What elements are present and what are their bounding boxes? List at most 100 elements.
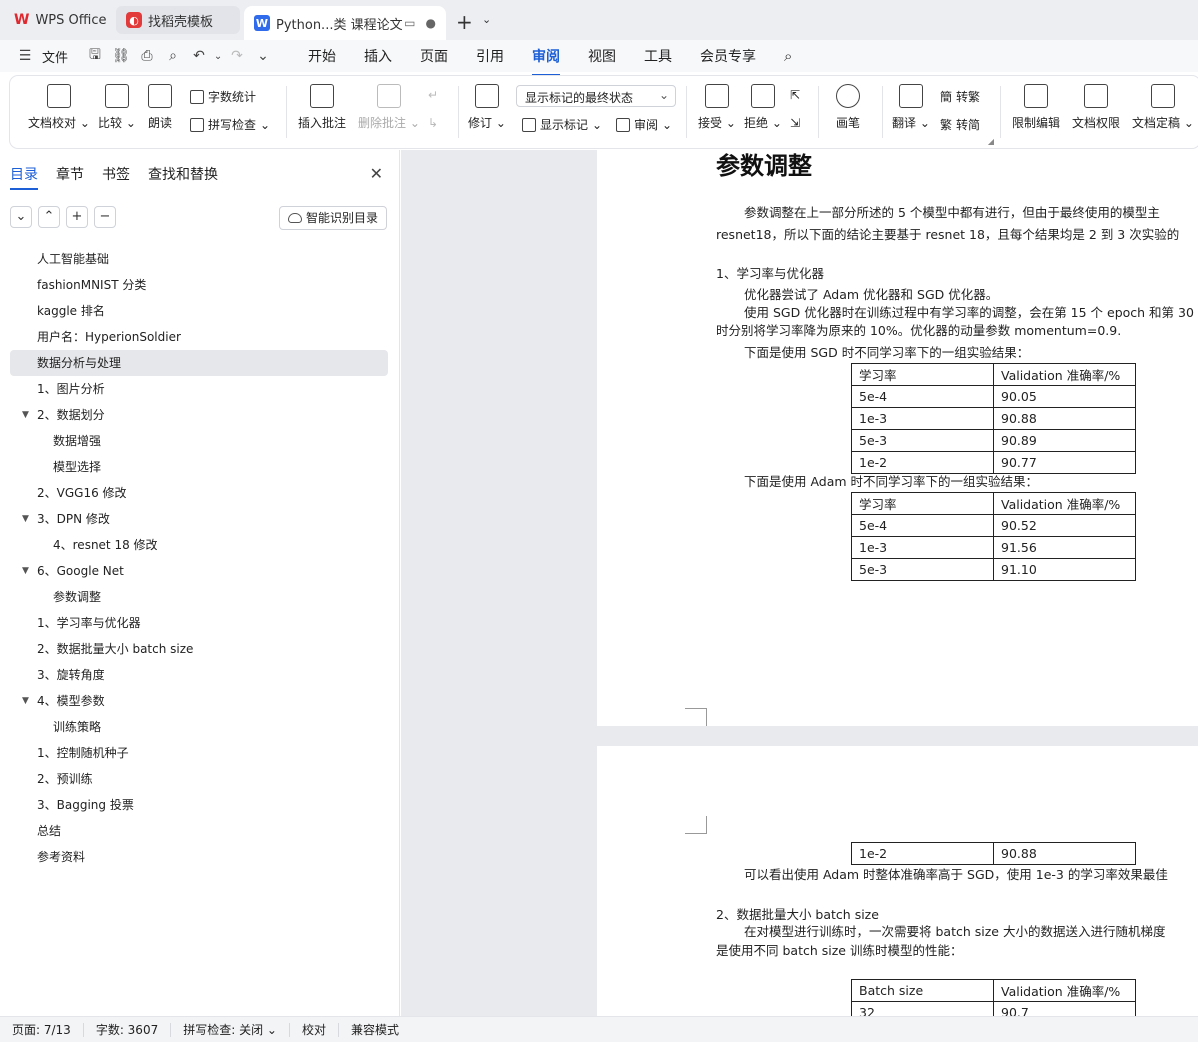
expand-all-chevron-down-icon[interactable]: ⌄ xyxy=(10,206,32,228)
toc-item[interactable]: ▼ 4、模型参数 xyxy=(10,688,388,714)
menu-tab-insert[interactable]: 插入 xyxy=(350,40,406,72)
smart-toc-button[interactable]: 智能识别目录 xyxy=(278,206,387,230)
accept-button[interactable]: 接受 ⌄ xyxy=(698,84,736,131)
reject-label: 拒绝 xyxy=(744,116,769,130)
remove-heading-minus-icon[interactable]: − xyxy=(94,206,116,228)
tab-sections[interactable]: 章节 xyxy=(56,164,84,184)
toc-item[interactable]: 总结 xyxy=(10,818,388,844)
toc-item[interactable]: 1、控制随机种子 xyxy=(10,740,388,766)
read-aloud-button[interactable]: 朗读 xyxy=(148,84,172,131)
toc-item[interactable]: kaggle 排名 xyxy=(10,298,388,324)
tab-wps-office[interactable]: W WPS Office xyxy=(4,6,112,34)
monitor-icon[interactable]: ▭ xyxy=(404,16,415,30)
chevron-down-icon[interactable]: ⌄ xyxy=(482,13,491,26)
toc-item[interactable]: 3、旋转角度 xyxy=(10,662,388,688)
paragraph-line: 是使用不同 batch size 训练时模型的性能： xyxy=(716,943,963,958)
document-page[interactable]: 1e-2 90.88 可以看出使用 Adam 时整体准确率高于 SGD，使用 1… xyxy=(597,746,1198,1016)
word-count-indicator[interactable]: 字数: 3607 xyxy=(84,1022,172,1037)
review-pane-button[interactable]: 审阅 ⌄ xyxy=(616,116,672,133)
redo-icon[interactable]: ↷ xyxy=(224,48,250,64)
undo-icon[interactable]: ↶ xyxy=(186,48,212,64)
word-count-button[interactable]: 字数统计 xyxy=(190,88,256,105)
tab-template[interactable]: ◐ 找稻壳模板 xyxy=(116,6,240,34)
toc-item[interactable]: fashionMNIST 分类 xyxy=(10,272,388,298)
toc-item[interactable]: 数据分析与处理 xyxy=(10,350,388,376)
toc-item[interactable]: 1、图片分析 xyxy=(10,376,388,402)
page-indicator[interactable]: 页面: 7/13 xyxy=(0,1022,84,1037)
menu-tab-view[interactable]: 视图 xyxy=(574,40,630,72)
toc-item[interactable]: 1、学习率与优化器 xyxy=(10,610,388,636)
collapse-all-chevron-up-icon[interactable]: ⌃ xyxy=(38,206,60,228)
toc-item[interactable]: 用户名：HyperionSoldier xyxy=(10,324,388,350)
expand-triangle-icon[interactable]: ▼ xyxy=(22,558,29,584)
search-icon[interactable]: ⌕ xyxy=(784,47,792,65)
show-markup-button[interactable]: 显示标记 ⌄ xyxy=(522,116,602,133)
proof-status[interactable]: 校对 xyxy=(290,1022,339,1037)
toc-item[interactable]: ▼ 3、DPN 修改 xyxy=(10,506,388,532)
prev-change-icon[interactable]: ⇱ xyxy=(790,88,800,102)
new-tab-plus-icon[interactable]: + xyxy=(456,10,473,34)
menu-tab-review[interactable]: 审阅 xyxy=(518,40,574,76)
save-icon[interactable]: 🖫 xyxy=(82,44,108,68)
add-heading-plus-icon[interactable]: + xyxy=(66,206,88,228)
restrict-edit-button[interactable]: 限制编辑 xyxy=(1012,84,1060,131)
next-change-icon[interactable]: ⇲ xyxy=(790,116,800,130)
doc-permission-button[interactable]: 文档权限 xyxy=(1072,84,1120,131)
file-menu[interactable]: 文件 xyxy=(42,47,68,66)
delete-comment-button[interactable]: 删除批注 ⌄ xyxy=(358,84,420,131)
print-icon[interactable]: ⎙ xyxy=(134,48,160,64)
doc-finalize-button[interactable]: 文档定稿 ⌄ xyxy=(1132,84,1194,131)
spell-check-status[interactable]: 拼写检查: 关闭 ⌄ xyxy=(171,1022,290,1037)
hamburger-menu-icon[interactable]: ☰ xyxy=(12,48,38,64)
expand-triangle-icon[interactable]: ▼ xyxy=(22,506,29,532)
doc-proof-button[interactable]: 文档校对 ⌄ xyxy=(28,84,90,131)
spell-check-button[interactable]: 拼写检查 ⌄ xyxy=(190,116,270,133)
document-page[interactable]: 参数调整 参数调整在上一部分所述的 5 个模型中都有进行，但由于最终使用的模型主… xyxy=(597,150,1198,726)
tab-toc[interactable]: 目录 xyxy=(10,164,38,190)
more-chevron-icon[interactable]: ⌄ xyxy=(250,48,276,64)
to-simplified-button[interactable]: 繁 转简 xyxy=(940,116,980,133)
prev-comment-icon[interactable]: ↵ xyxy=(428,88,438,102)
menu-tab-reference[interactable]: 引用 xyxy=(462,40,518,72)
revise-button[interactable]: 修订 ⌄ xyxy=(468,84,506,131)
toc-item[interactable]: 2、数据批量大小 batch size xyxy=(10,636,388,662)
toc-item[interactable]: ▼ 2、数据划分 xyxy=(10,402,388,428)
insert-comment-button[interactable]: 插入批注 xyxy=(298,84,346,131)
tab-bookmarks[interactable]: 书签 xyxy=(102,164,130,184)
toc-item[interactable]: 模型选择 xyxy=(10,454,388,480)
document-canvas[interactable]: 参数调整 参数调整在上一部分所述的 5 个模型中都有进行，但由于最终使用的模型主… xyxy=(401,150,1198,1016)
toc-item[interactable]: 3、Bagging 投票 xyxy=(10,792,388,818)
menu-tab-home[interactable]: 开始 xyxy=(294,40,350,72)
expand-triangle-icon[interactable]: ▼ xyxy=(22,688,29,714)
to-traditional-button[interactable]: 簡 转繁 xyxy=(940,88,980,105)
close-icon[interactable]: ✕ xyxy=(370,164,383,183)
table-cell: 91.10 xyxy=(993,558,1136,581)
toc-item[interactable]: 人工智能基础 xyxy=(10,246,388,272)
menu-tab-tools[interactable]: 工具 xyxy=(630,40,686,72)
toc-item[interactable]: 2、VGG16 修改 xyxy=(10,480,388,506)
undo-dropdown-icon[interactable]: ⌄ xyxy=(212,51,224,62)
expand-triangle-icon[interactable]: ▼ xyxy=(22,402,29,428)
next-comment-icon[interactable]: ↳ xyxy=(428,116,438,130)
toc-item[interactable]: 数据增强 xyxy=(10,428,388,454)
compare-button[interactable]: 比较 ⌄ xyxy=(98,84,136,131)
menu-tab-member[interactable]: 会员专享 xyxy=(686,40,770,72)
toc-item[interactable]: 2、预训练 xyxy=(10,766,388,792)
toc-item[interactable]: 参数调整 xyxy=(10,584,388,610)
dialog-launcher-icon[interactable]: ◢ xyxy=(988,137,994,146)
reject-button[interactable]: 拒绝 ⌄ xyxy=(744,84,782,131)
translate-button[interactable]: 翻译 ⌄ xyxy=(892,84,930,131)
toc-item[interactable]: 参考资料 xyxy=(10,844,388,870)
tab-find-replace[interactable]: 查找和替换 xyxy=(148,164,218,184)
markup-state-select[interactable]: 显示标记的最终状态 ⌄ xyxy=(516,85,676,107)
toc-item[interactable]: ▼ 6、Google Net xyxy=(10,558,388,584)
unsaved-dot-icon[interactable]: ● xyxy=(426,16,436,30)
menu-tab-page[interactable]: 页面 xyxy=(406,40,462,72)
word-count-label: 字数统计 xyxy=(208,90,257,104)
pen-button[interactable]: 画笔 xyxy=(836,84,860,131)
print-preview-icon[interactable]: ⌕ xyxy=(160,48,186,64)
toc-item[interactable]: 4、resnet 18 修改 xyxy=(10,532,388,558)
toc-item[interactable]: 训练策略 xyxy=(10,714,388,740)
share-link-icon[interactable]: ⛓ xyxy=(108,48,134,64)
tab-document[interactable]: W Python...类 课程论文 ▭ ● xyxy=(244,6,446,40)
